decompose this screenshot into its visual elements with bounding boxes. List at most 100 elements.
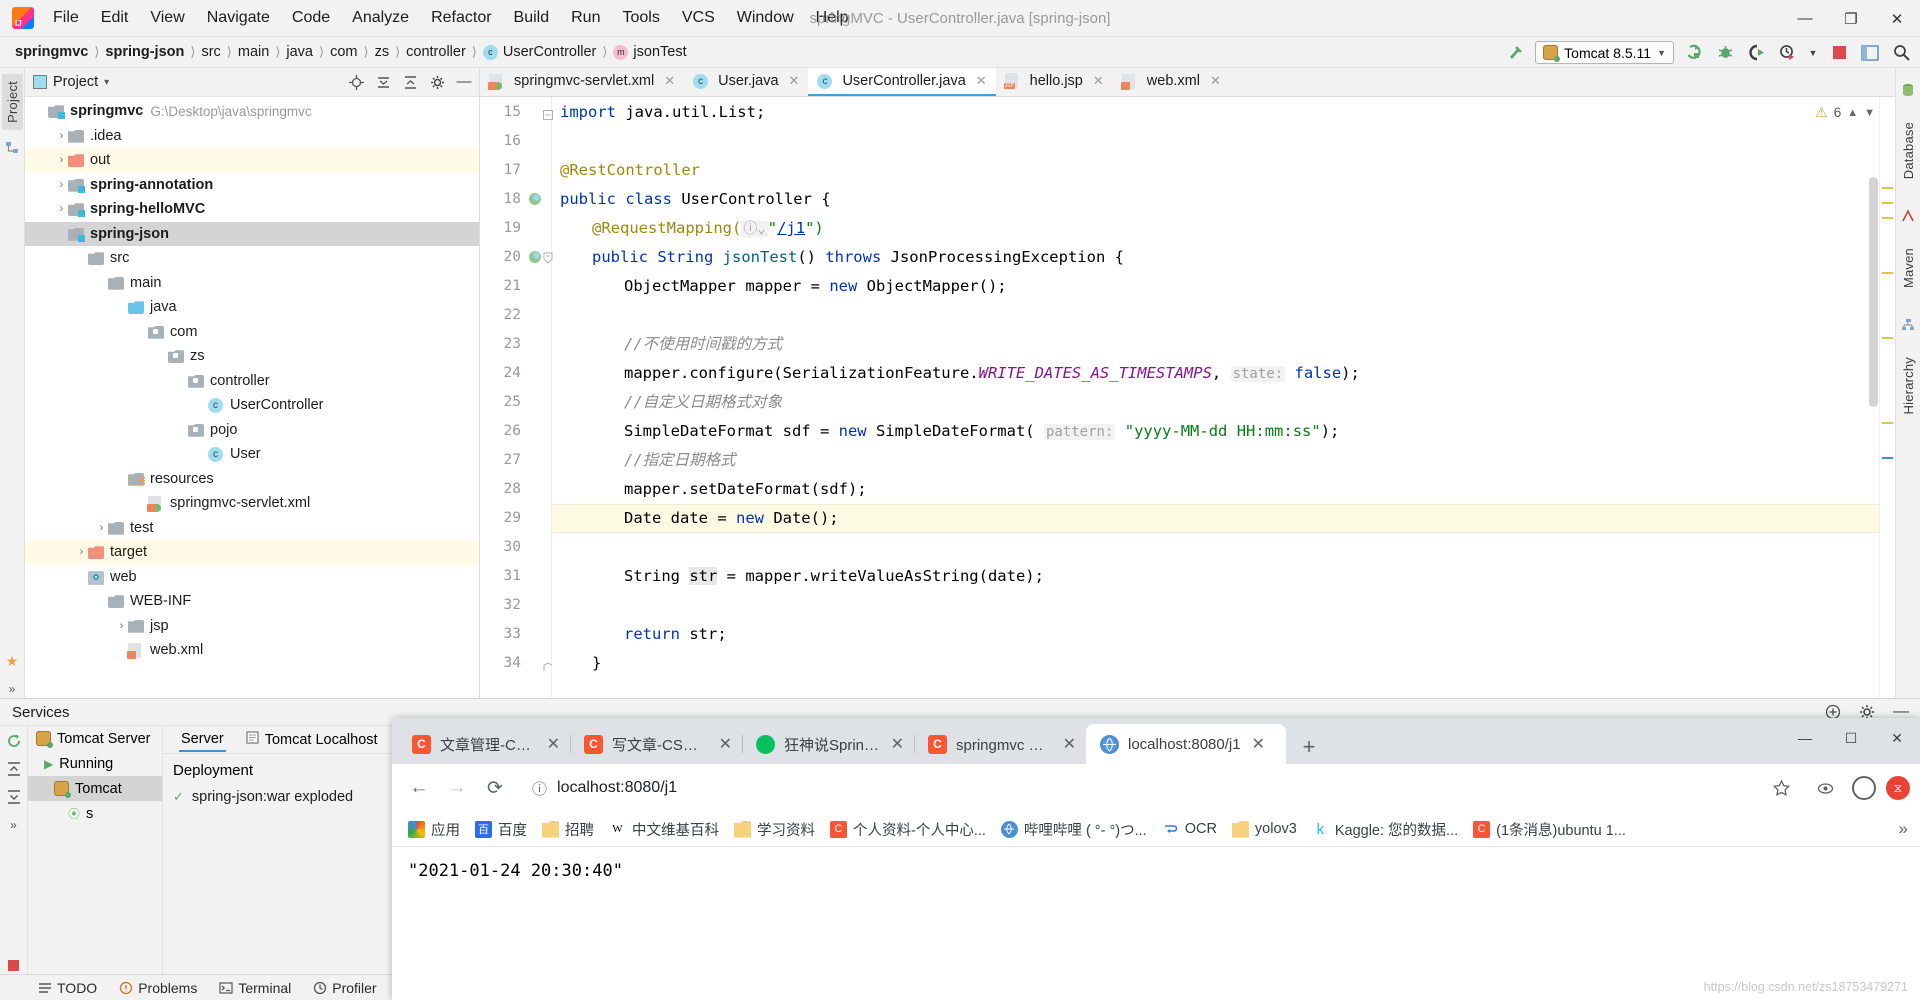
editor-gutter[interactable]: 15 16 17 18 19 20 21 22 23 24 25 26 27 28 29 30 31 32 33 34 [480, 97, 552, 698]
favorites-star-icon[interactable]: ★ [3, 652, 22, 671]
menu-item-run[interactable]: Run [560, 6, 611, 30]
bookmark-item[interactable]: 应用 [402, 815, 466, 844]
browser-minimize-button[interactable]: — [1782, 718, 1828, 758]
chevron-right-icon[interactable]: › [55, 154, 68, 166]
forward-button[interactable]: → [440, 771, 474, 805]
close-tab-icon[interactable]: ✕ [1252, 734, 1265, 754]
project-tree-row[interactable]: c UserController [25, 393, 479, 418]
breadcrumb-item-controller[interactable]: controller [401, 44, 471, 60]
expand-all-icon[interactable] [401, 73, 419, 91]
code-line[interactable]: SimpleDateFormat sdf = new SimpleDateFor… [560, 417, 1339, 446]
services-tab-tomcat-localhost[interactable]: Tomcat Localhost [244, 728, 380, 751]
bookmark-item[interactable]: 百百度 [469, 815, 533, 844]
project-tree-row[interactable]: › spring-helloMVC [25, 197, 479, 222]
project-tree-row[interactable]: › out [25, 148, 479, 173]
layout-settings-icon[interactable] [1859, 42, 1881, 64]
deployment-tab-label[interactable]: Deployment [173, 762, 383, 779]
profile-avatar-icon[interactable] [1852, 776, 1876, 800]
menu-item-edit[interactable]: Edit [90, 6, 140, 30]
editor-tab[interactable]: c UserController.java ✕ [808, 67, 995, 96]
breadcrumb-item-jsontest[interactable]: m jsonTest [608, 44, 691, 60]
project-tree-row[interactable]: ⱟ resources [25, 467, 479, 492]
project-tree-row[interactable]: web.xml [25, 638, 479, 663]
project-tree-row[interactable]: › .idea [25, 124, 479, 149]
bookmark-item[interactable]: W 中文维基百科 [603, 815, 725, 844]
close-tab-icon[interactable]: ✕ [891, 734, 904, 754]
inspection-widget[interactable]: ⚠ 6 ▲ ▼ [1815, 104, 1875, 121]
close-tab-icon[interactable]: ✕ [719, 734, 732, 754]
chevron-right-icon[interactable]: › [55, 203, 68, 215]
bookmark-item[interactable]: k Kaggle: 您的数据... [1306, 815, 1464, 844]
build-hammer-icon[interactable] [1504, 42, 1526, 64]
menu-item-code[interactable]: Code [281, 6, 341, 30]
close-tab-icon[interactable]: ✕ [976, 73, 987, 89]
breadcrumb-item-spring-json[interactable]: spring-json [100, 44, 189, 60]
close-tab-icon[interactable]: ✕ [789, 73, 800, 89]
bookmark-item[interactable]: C (1条消息)ubuntu 1... [1467, 815, 1632, 844]
code-line[interactable]: ObjectMapper mapper = new ObjectMapper()… [560, 272, 1007, 301]
code-line[interactable]: //不使用时间戳的方式 [560, 330, 782, 359]
browser-tab[interactable]: C 写文章-CSDN博客 ✕ [570, 724, 742, 764]
browser-tab[interactable]: C文章管理-CSDN博客✕ [398, 724, 570, 764]
services-tree-row[interactable]: ▶ Running [28, 751, 162, 776]
project-tree-row[interactable]: ⱟ java [25, 295, 479, 320]
chevron-down-icon[interactable]: ⱟ [35, 105, 48, 117]
code-line[interactable]: public class UserController { [560, 185, 831, 214]
chevron-right-icon[interactable]: › [115, 620, 128, 632]
menu-item-window[interactable]: Window [726, 6, 805, 30]
hierarchy-icon[interactable] [1899, 315, 1918, 334]
project-tree-row[interactable]: ⱟ spring-json [25, 222, 479, 247]
bookmarks-overflow-icon[interactable]: » [1899, 819, 1908, 839]
collapse-all-icon[interactable] [5, 788, 23, 806]
run-button[interactable] [1683, 42, 1705, 64]
profiler-button[interactable] [1776, 42, 1798, 64]
chevron-right-icon[interactable]: › [75, 546, 88, 558]
project-tree-row[interactable]: › test [25, 516, 479, 541]
back-button[interactable]: ← [402, 771, 436, 805]
bookmark-item[interactable]: 哔哩哔哩 ( °- °)つ... [995, 815, 1153, 844]
maven-icon[interactable] [1899, 206, 1918, 225]
minimize-button[interactable]: — [1782, 0, 1828, 37]
code-line[interactable]: } [560, 649, 601, 678]
profiler-dropdown-icon[interactable]: ▼ [1807, 42, 1819, 64]
close-button[interactable]: ✕ [1874, 0, 1920, 37]
code-line[interactable]: @RequestMapping(ⓘ⌄ "/j1") [560, 214, 824, 243]
bookmark-item[interactable]: 招聘 [536, 815, 600, 844]
status-profiler-button[interactable]: Profiler [313, 980, 376, 996]
breadcrumb-item-springmvc[interactable]: springmvc [10, 44, 93, 60]
code-line[interactable]: @RestController [560, 156, 700, 185]
chevron-right-icon[interactable]: › [55, 130, 68, 142]
editor-tab[interactable]: hello.jsp ✕ [996, 67, 1113, 96]
tool-window-tab-project[interactable]: Project [2, 74, 23, 130]
browser-menu-icon[interactable]: ⧖ [1886, 776, 1910, 800]
code-editor[interactable]: 15 16 17 18 19 20 21 22 23 24 25 26 27 28 29 30 31 32 33 34… [480, 97, 1895, 698]
project-tree-row[interactable]: ⱟ zs [25, 344, 479, 369]
address-bar[interactable]: ⓘ localhost:8080/j1 [522, 771, 1754, 805]
browser-tab[interactable]: localhost:8080/j1 ✕ [1086, 724, 1286, 764]
project-tree-row[interactable]: › jsp [25, 614, 479, 639]
services-tree-row[interactable]: ⦿ s [28, 801, 162, 826]
project-tree-row[interactable]: › spring-annotation [25, 173, 479, 198]
menu-item-view[interactable]: View [139, 6, 195, 30]
project-tree-row[interactable]: ⱟ pojo [25, 418, 479, 443]
code-line[interactable]: Date date = new Date(); [560, 504, 839, 533]
tool-window-tab-database[interactable]: Database [1898, 115, 1919, 186]
menu-item-build[interactable]: Build [503, 6, 561, 30]
more-tool-windows-icon[interactable]: » [3, 679, 22, 698]
chevron-down-icon[interactable]: ⱟ [115, 301, 128, 313]
breadcrumb-item-com[interactable]: com [325, 44, 362, 60]
run-configuration-selector[interactable]: Tomcat 8.5.11 ▼ [1535, 41, 1674, 64]
project-tree-row[interactable]: ⱟ WEB-INF [25, 589, 479, 614]
browser-maximize-button[interactable]: ☐ [1828, 718, 1874, 758]
breadcrumb-item-src[interactable]: src [196, 44, 225, 60]
chevron-down-icon[interactable]: ⱟ [75, 252, 88, 264]
chevron-down-icon[interactable]: ⱟ [55, 228, 68, 240]
breadcrumb-item-main[interactable]: main [233, 44, 274, 60]
debug-button[interactable] [1714, 42, 1736, 64]
project-tree[interactable]: ⱟ springmvc G:\Desktop\java\springmvc › .ide… [25, 97, 479, 698]
close-tab-icon[interactable]: ✕ [1063, 734, 1076, 754]
bookmark-item[interactable]: C 个人资料-个人中心... [824, 815, 992, 844]
tool-window-tab-hierarchy[interactable]: Hierarchy [1898, 350, 1919, 421]
extensions-icon[interactable] [1808, 771, 1842, 805]
code-line[interactable]: import java.util.List; [560, 98, 765, 127]
